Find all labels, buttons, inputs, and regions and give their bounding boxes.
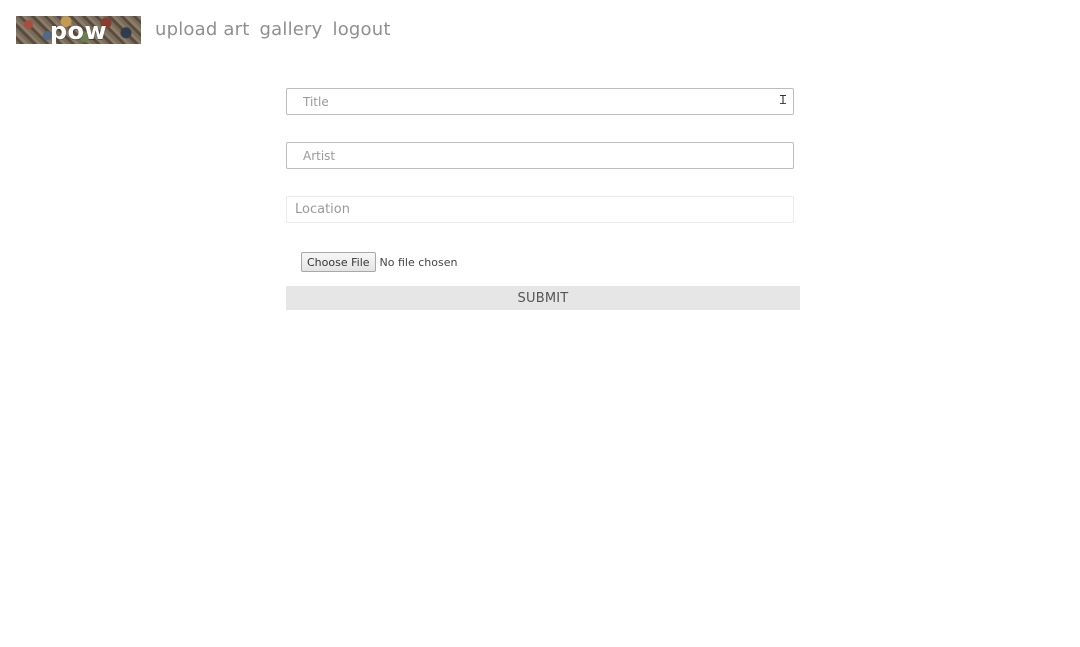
upload-art-page: pow upload art gallery logout Ｉ Choose F… — [0, 0, 1080, 647]
file-status-text: No file chosen — [379, 255, 458, 269]
upload-art-form: Ｉ Choose File No file chosen SUBMIT — [286, 88, 800, 310]
file-upload-row: Choose File No file chosen — [286, 250, 800, 274]
choose-file-button[interactable]: Choose File — [301, 252, 376, 272]
location-input[interactable] — [286, 196, 794, 223]
artist-input[interactable] — [286, 142, 794, 169]
nav-gallery[interactable]: gallery — [260, 21, 323, 39]
title-input[interactable] — [286, 88, 794, 115]
pow-logo[interactable]: pow — [16, 16, 141, 44]
nav-logout[interactable]: logout — [333, 21, 391, 39]
title-field-wrapper: Ｉ — [286, 88, 794, 115]
main-nav: upload art gallery logout — [155, 21, 391, 39]
nav-upload-art[interactable]: upload art — [155, 21, 250, 39]
pow-logo-text: pow — [49, 17, 108, 44]
submit-button[interactable]: SUBMIT — [286, 286, 800, 310]
top-navigation: pow upload art gallery logout — [16, 12, 391, 48]
location-field-wrapper — [286, 196, 794, 223]
artist-field-wrapper — [286, 142, 794, 169]
